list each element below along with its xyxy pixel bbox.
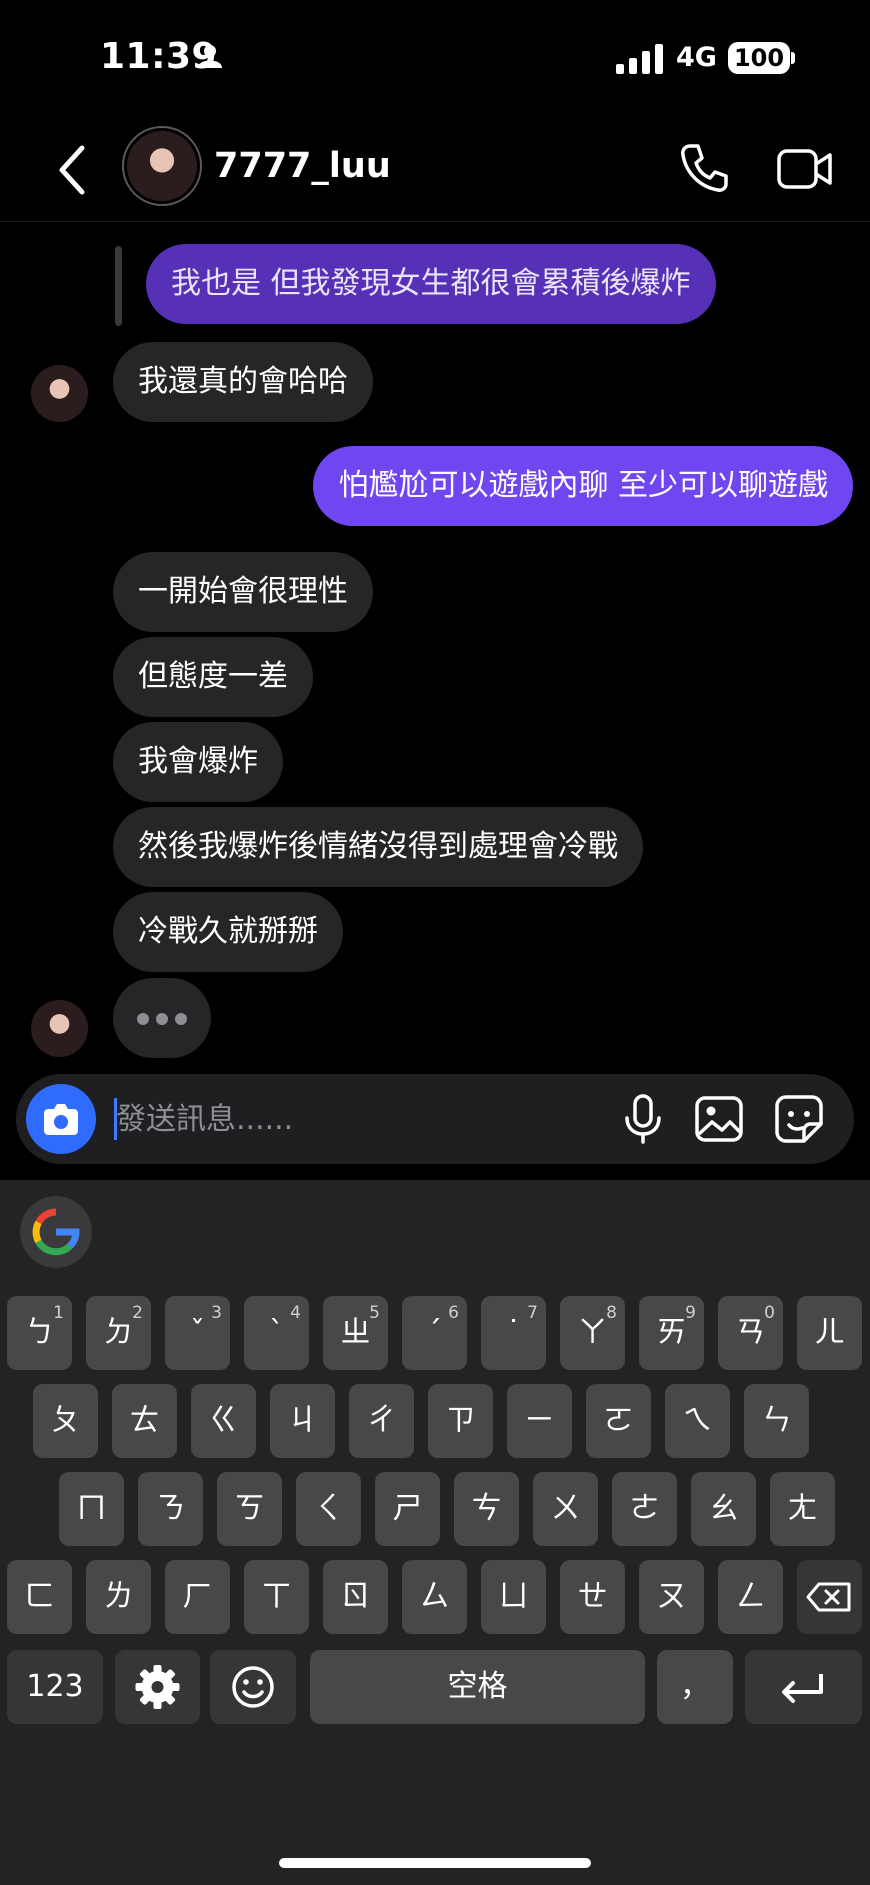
message-bubble-incoming[interactable]: 冷戰久就掰掰 — [113, 892, 343, 972]
message-bubble-outgoing[interactable]: 我也是 但我發現女生都很會累積後爆炸 — [146, 244, 716, 324]
key-bopomofo[interactable]: ㄙ — [402, 1560, 467, 1634]
phone-icon[interactable] — [678, 142, 730, 194]
message-bubble-incoming[interactable]: 但態度一差 — [113, 637, 313, 717]
google-icon — [32, 1208, 80, 1256]
key-bopomofo[interactable]: ㄈ — [7, 1560, 72, 1634]
key-bopomofo[interactable]: ㄅ1 — [7, 1296, 72, 1370]
contact-username[interactable]: 7777_luu — [214, 146, 391, 186]
backspace-icon — [806, 1582, 851, 1612]
key-bopomofo[interactable]: ㄦ — [797, 1296, 862, 1370]
smiley-icon — [232, 1666, 274, 1708]
key-tone[interactable]: ˋ4 — [244, 1296, 309, 1370]
key-bopomofo[interactable]: ㄍ — [191, 1384, 256, 1458]
key-bopomofo[interactable]: ㄇ — [59, 1472, 124, 1546]
contact-avatar[interactable] — [122, 126, 202, 206]
key-bopomofo[interactable]: ㄨ — [533, 1472, 598, 1546]
camera-icon — [44, 1104, 78, 1135]
key-bopomofo[interactable]: ㄏ — [165, 1560, 230, 1634]
key-bopomofo[interactable]: ㄥ — [718, 1560, 783, 1634]
key-bopomofo[interactable]: ㄌ — [86, 1560, 151, 1634]
message-bubble-incoming[interactable]: 我還真的會哈哈 — [113, 342, 373, 422]
key-tone[interactable]: ˊ6 — [402, 1296, 467, 1370]
message-bubble-incoming[interactable]: 一開始會很理性 — [113, 552, 373, 632]
key-bopomofo[interactable]: ㄟ — [665, 1384, 730, 1458]
emoji-key[interactable] — [210, 1650, 296, 1724]
video-camera-icon[interactable] — [776, 144, 834, 194]
contact-avatar-small — [31, 1000, 88, 1057]
key-bopomofo[interactable]: ㄆ — [33, 1384, 98, 1458]
message-input[interactable] — [116, 1092, 596, 1146]
key-bopomofo[interactable]: ㄧ — [507, 1384, 572, 1458]
key-bopomofo[interactable]: ㄝ — [560, 1560, 625, 1634]
key-bopomofo[interactable]: ㄋ — [138, 1472, 203, 1546]
key-bopomofo[interactable]: ㄗ — [428, 1384, 493, 1458]
contact-avatar-small — [31, 365, 88, 422]
key-bopomofo[interactable]: ㄩ — [481, 1560, 546, 1634]
gallery-icon[interactable] — [692, 1092, 746, 1146]
message-bubble-incoming[interactable]: 我會爆炸 — [113, 722, 283, 802]
message-composer — [16, 1074, 854, 1164]
key-bopomofo[interactable]: ㄖ — [323, 1560, 388, 1634]
keyboard: ㄅ1 ㄉ2 ˇ3 ˋ4 ㄓ5 ˊ6 ˙ 7 ㄚ8 ㄞ9 ㄢ0 ㄦ ㄆ ㄊ ㄍ ㄐ … — [0, 1180, 870, 1885]
key-bopomofo[interactable]: ㄜ — [612, 1472, 677, 1546]
network-type: 4G — [676, 42, 717, 73]
numbers-key[interactable]: 123 — [7, 1650, 103, 1724]
sticker-icon[interactable] — [772, 1092, 826, 1146]
key-bopomofo[interactable]: ㄕ — [375, 1472, 440, 1546]
key-bopomofo[interactable]: ㄣ — [744, 1384, 809, 1458]
key-bopomofo[interactable]: ㄐ — [270, 1384, 335, 1458]
key-bopomofo[interactable]: ㄠ — [691, 1472, 756, 1546]
home-indicator[interactable] — [279, 1858, 591, 1868]
gear-icon — [135, 1665, 180, 1709]
battery-icon: 100 — [728, 42, 790, 74]
key-bopomofo[interactable]: ㄤ — [770, 1472, 835, 1546]
camera-button[interactable] — [26, 1084, 96, 1154]
return-key[interactable] — [745, 1650, 862, 1724]
key-tone[interactable]: ˙ 7 — [481, 1296, 546, 1370]
google-button[interactable] — [20, 1196, 92, 1268]
key-bopomofo[interactable]: ㄡ — [639, 1560, 704, 1634]
reply-indicator — [115, 246, 122, 326]
message-bubble-outgoing[interactable]: 怕尷尬可以遊戲內聊 至少可以聊遊戲 — [313, 446, 853, 526]
key-bopomofo[interactable]: ㄞ9 — [639, 1296, 704, 1370]
key-bopomofo[interactable]: ㄛ — [586, 1384, 651, 1458]
battery-nub — [791, 52, 795, 64]
key-bopomofo[interactable]: ㄚ8 — [560, 1296, 625, 1370]
back-chevron-icon[interactable] — [50, 140, 100, 200]
comma-key[interactable]: ， — [657, 1650, 733, 1724]
key-bopomofo[interactable]: ㄒ — [244, 1560, 309, 1634]
key-bopomofo[interactable]: ㄢ0 — [718, 1296, 783, 1370]
person-icon — [198, 45, 222, 68]
message-bubble-incoming[interactable]: 然後我爆炸後情緒沒得到處理會冷戰 — [113, 807, 643, 887]
key-bopomofo[interactable]: ㄘ — [454, 1472, 519, 1546]
key-bopomofo[interactable]: ㄔ — [349, 1384, 414, 1458]
microphone-icon[interactable] — [616, 1092, 670, 1146]
status-bar: 11:39 4G 100 — [0, 0, 870, 120]
key-bopomofo[interactable]: ㄎ — [217, 1472, 282, 1546]
typing-indicator — [113, 978, 211, 1058]
space-key[interactable]: 空格 — [310, 1650, 645, 1724]
settings-key[interactable] — [115, 1650, 200, 1724]
key-bopomofo[interactable]: ㄊ — [112, 1384, 177, 1458]
return-icon — [782, 1674, 823, 1703]
signal-icon — [616, 44, 663, 74]
key-tone[interactable]: ˇ3 — [165, 1296, 230, 1370]
key-bopomofo[interactable]: ㄉ2 — [86, 1296, 151, 1370]
key-bopomofo[interactable]: ㄓ5 — [323, 1296, 388, 1370]
chat-header: 7777_luu — [0, 118, 870, 222]
key-bopomofo[interactable]: ㄑ — [296, 1472, 361, 1546]
backspace-key[interactable] — [797, 1560, 862, 1634]
